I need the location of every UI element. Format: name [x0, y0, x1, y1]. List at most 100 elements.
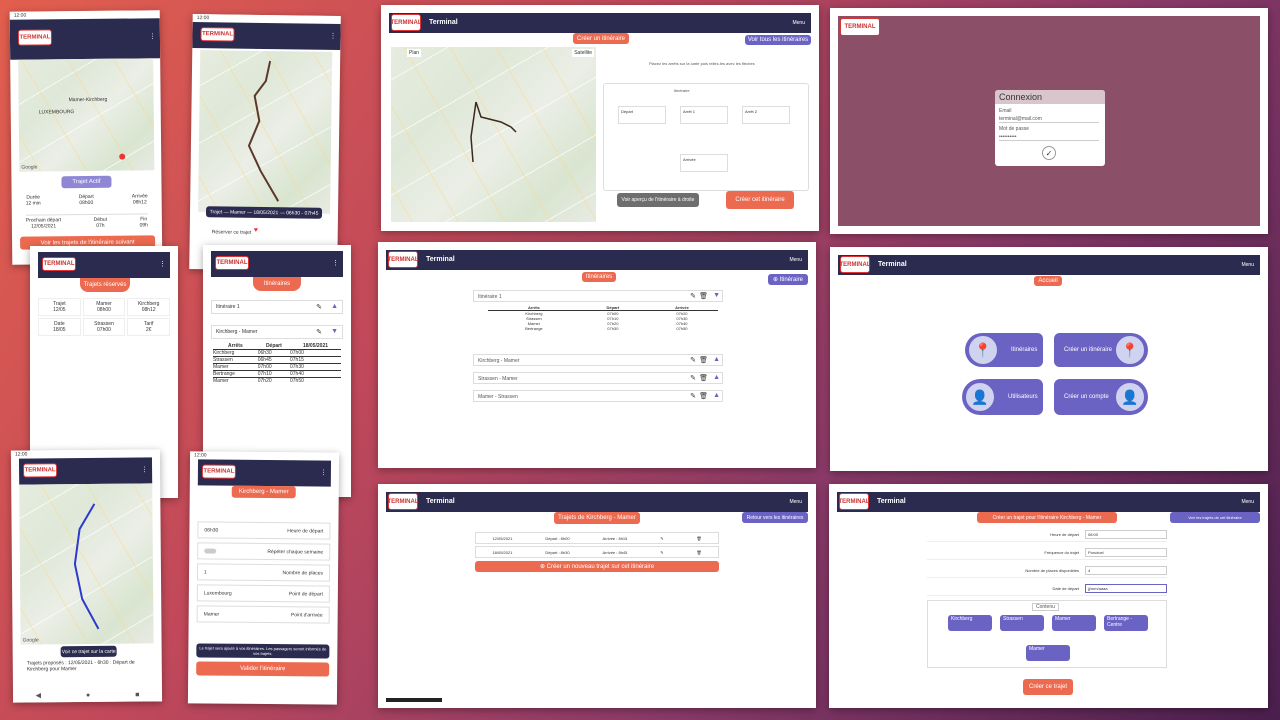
tile-users[interactable]: 👤 Utilisateurs	[962, 379, 1043, 415]
stop-chip: Strassen	[1000, 615, 1044, 631]
stop-card[interactable]: Départ	[618, 106, 666, 124]
form-row[interactable]: 06h30 Heure de départ	[197, 521, 331, 540]
collapse-icon[interactable]: ▼	[331, 328, 338, 335]
trip-strip: Trajet — Mamer — 18/05/2021 — 06h30 - 07…	[205, 206, 323, 219]
seats-field[interactable]: 4	[1085, 566, 1167, 575]
map-view[interactable]	[198, 50, 333, 214]
trip-row[interactable]: 18/05/2021 Départ : 8h30 Arrivée : 8h45 ✎ 🗑	[475, 546, 719, 558]
route-path	[470, 101, 517, 163]
check-icon[interactable]: ✓	[1042, 146, 1056, 160]
trash-icon[interactable]: 🗑	[699, 356, 708, 364]
tile-create-itinerary[interactable]: Créer un itinéraire 📍	[1054, 333, 1148, 367]
map-view[interactable]: Plan Satellite	[391, 47, 596, 222]
stop-card[interactable]: Arrêt 1	[680, 106, 728, 124]
expand-icon[interactable]: ▲	[713, 392, 720, 399]
plus-icon: ⊕	[772, 277, 780, 283]
edit-icon[interactable]: ✎	[690, 392, 696, 400]
app-logo: TERMINAL	[200, 27, 235, 42]
itinerary-item[interactable]: Kirchberg - Mamer ✎ 🗑 ▲	[473, 354, 723, 366]
web-screen-route-trips: TERMINAL Terminal Menu Trajets de Kirchb…	[378, 484, 816, 708]
collapse-icon[interactable]: ▼	[713, 292, 720, 299]
preview-button[interactable]: Voir aperçu de l'itinéraire à droite	[617, 193, 699, 207]
create-itinerary-button[interactable]: Créer cet itinéraire	[726, 191, 794, 209]
app-logo: TERMINAL	[42, 257, 76, 271]
tile-itineraries[interactable]: 📍 Itinéraires	[965, 333, 1043, 367]
recents-nav-icon[interactable]: ■	[135, 691, 139, 698]
stop-card[interactable]: Arrivée	[680, 154, 728, 172]
edit-icon[interactable]: ✎	[660, 536, 663, 541]
menu-link[interactable]: Menu	[789, 499, 802, 505]
expand-icon[interactable]: ▲	[331, 303, 338, 310]
map-view[interactable]: Google	[19, 483, 154, 645]
more-icon[interactable]: ⋮	[320, 468, 327, 476]
edit-icon[interactable]: ✎	[316, 328, 322, 336]
app-header: TERMINAL ⋮	[192, 21, 341, 51]
edit-icon[interactable]: ✎	[316, 303, 322, 311]
view-trip-on-map-button[interactable]: Voir ce trajet sur la carte	[60, 645, 117, 658]
new-itinerary-button[interactable]: ⊕ Itinéraire	[768, 274, 808, 285]
table-row: Bertrange 07h10 07h40	[213, 371, 341, 378]
edit-icon[interactable]: ✎	[690, 374, 696, 382]
back-to-itineraries-button[interactable]: Retour vers les itinéraires	[742, 512, 808, 523]
more-icon[interactable]: ⋮	[149, 32, 156, 40]
reserve-trip-link[interactable]: Réserver ce trajet	[212, 229, 252, 236]
form-row[interactable]: Répéter chaque semaine	[197, 542, 331, 561]
expand-icon[interactable]: ▲	[713, 374, 720, 381]
itinerary-item[interactable]: Strassen - Mamer ✎ 🗑 ▲	[473, 372, 723, 384]
zoom-button[interactable]: Contenu	[1032, 603, 1059, 611]
date-field[interactable]: jj/mm/aaaa	[1085, 584, 1167, 593]
add-user-icon: 👤	[1114, 381, 1146, 413]
trash-icon[interactable]: 🗑	[696, 536, 701, 541]
home-nav-icon[interactable]: ●	[86, 691, 90, 698]
edit-icon[interactable]: ✎	[690, 292, 696, 300]
view-route-trips-button[interactable]: Voir les trajets de cet itinéraire	[1170, 512, 1260, 523]
login-backdrop: TERMINAL Connexion Email terminal@mail.c…	[838, 16, 1260, 226]
edit-icon[interactable]: ✎	[660, 550, 663, 555]
stop-chip: Bertrange - Centre	[1104, 615, 1148, 631]
menu-link[interactable]: Menu	[1241, 262, 1254, 268]
phone-screen-trip-map: 12:00 TERMINAL ⋮ Google Voir ce trajet s…	[10, 449, 163, 703]
itinerary-item[interactable]: Mamer - Strassen ✎ 🗑 ▲	[473, 390, 723, 402]
booked-cell: Tarif 2€	[127, 318, 170, 336]
menu-link[interactable]: Menu	[1241, 499, 1254, 505]
email-field[interactable]: terminal@mail.com	[999, 116, 1099, 123]
trash-icon[interactable]: 🗑	[699, 374, 708, 382]
trash-icon[interactable]: 🗑	[696, 550, 701, 555]
more-icon[interactable]: ⋮	[329, 32, 336, 40]
edit-icon[interactable]: ✎	[690, 356, 696, 364]
phone-screen-map-route: 12:00 TERMINAL ⋮ Trajet — Mamer — 18/05/…	[189, 13, 341, 272]
trip-form: Heure de départ 08:00 Fréquence du trajet…	[927, 528, 1167, 600]
repeat-toggle[interactable]	[204, 548, 217, 554]
info-note: Le trajet sera ajouté à vos itinéraires.…	[196, 643, 330, 659]
more-icon[interactable]: ⋮	[159, 260, 166, 268]
departure-time-field[interactable]: 08:00	[1085, 530, 1167, 539]
heart-icon[interactable]: ♥	[254, 227, 258, 234]
back-nav-icon[interactable]: ◀	[36, 691, 41, 699]
map-view[interactable]: Mamer-Kirchberg LUXEMBOURG Google	[18, 58, 155, 172]
tile-create-account[interactable]: Créer un compte 👤	[1054, 379, 1148, 415]
form-row[interactable]: Mamer Point d'arrivée	[196, 605, 330, 624]
active-trip-button[interactable]: Trajet Actif	[61, 175, 112, 189]
trash-icon[interactable]: 🗑	[699, 292, 708, 300]
itinerary-item[interactable]: Itinéraire 1 ✎ ▲	[211, 300, 343, 314]
more-icon[interactable]: ⋮	[141, 465, 148, 473]
form-row[interactable]: Luxembourg Point de départ	[196, 584, 330, 603]
create-trip-button[interactable]: Créer ce trajet	[1023, 679, 1073, 695]
expand-icon[interactable]: ▲	[713, 356, 720, 363]
frequency-select[interactable]: Ponctuel	[1085, 548, 1167, 557]
trash-icon[interactable]: 🗑	[699, 392, 708, 400]
stat-start: Début 07h	[93, 216, 108, 229]
stop-card[interactable]: Arrêt 2	[742, 106, 790, 124]
more-icon[interactable]: ⋮	[332, 259, 339, 267]
validate-itinerary-button[interactable]: Valider l'itinéraire	[196, 661, 330, 677]
form-row[interactable]: 1 Nombre de places	[196, 563, 331, 582]
menu-link[interactable]: Menu	[789, 257, 802, 263]
add-trip-button[interactable]: ⊕ Créer un nouveau trajet sur cet itinér…	[475, 561, 719, 572]
trip-row[interactable]: 12/05/2021 Départ : 8h00 Arrivée : 8h15 ✎ 🗑	[475, 532, 719, 544]
password-field[interactable]: ••••••••••	[999, 134, 1099, 141]
itinerary-item[interactable]: Itinéraire 1 ✎ 🗑 ▼	[473, 290, 723, 302]
stat-departure: Départ 08h00	[78, 193, 94, 207]
all-itineraries-button[interactable]: Voir tous les itinéraires	[745, 35, 811, 45]
itinerary-item[interactable]: Kirchberg - Mamer ✎ ▼	[211, 325, 343, 339]
menu-link[interactable]: Menu	[792, 20, 805, 26]
